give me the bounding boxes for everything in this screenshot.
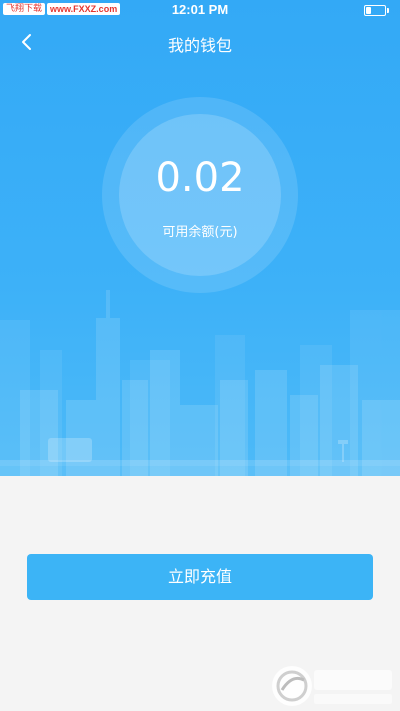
status-time: 12:01 PM [171, 2, 229, 17]
battery-icon [364, 5, 389, 16]
balance-amount: 0.02 [155, 155, 245, 201]
battery-level [366, 7, 371, 14]
fxxz-watermark-logo [272, 666, 392, 706]
nav-bar: 我的钱包 [0, 22, 400, 62]
city-skyline-illustration [0, 290, 400, 476]
page-title: 我的钱包 [167, 36, 232, 55]
status-bar: 飞翔下载 www.FXXZ.com 12:01 PM [0, 0, 400, 20]
wallet-screen: 飞翔下载 www.FXXZ.com 12:01 PM 我的钱包 0.02 可用余… [0, 0, 400, 711]
balance-circle: 0.02 可用余额(元) [102, 97, 298, 293]
wallet-header: 飞翔下载 www.FXXZ.com 12:01 PM 我的钱包 0.02 可用余… [0, 0, 400, 476]
balance-label: 可用余额(元) [162, 225, 238, 240]
recharge-button[interactable]: 立即充值 [27, 554, 373, 600]
